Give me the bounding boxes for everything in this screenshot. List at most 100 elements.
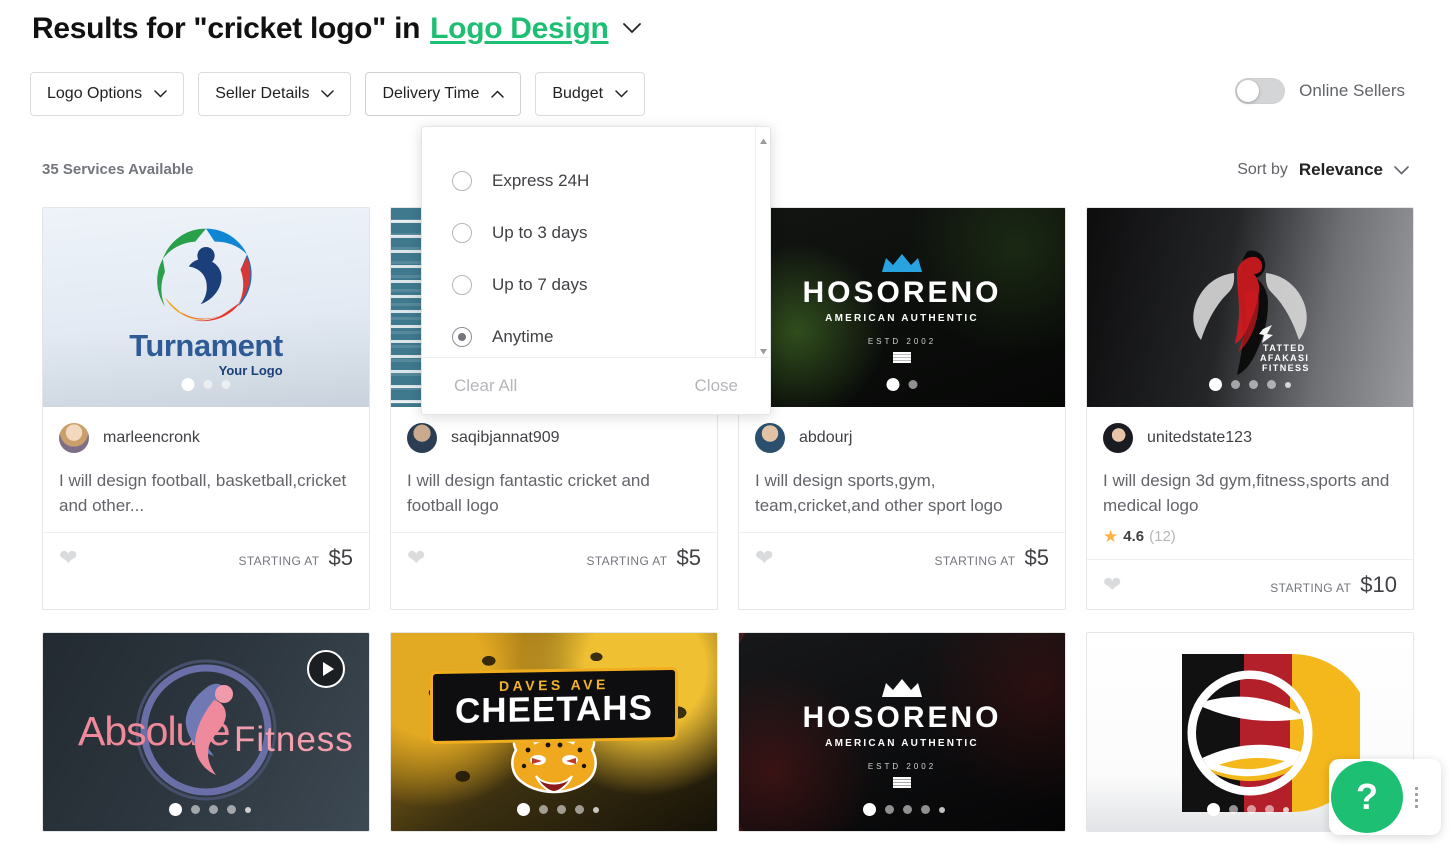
carousel-dot[interactable]: [939, 806, 945, 813]
heart-icon[interactable]: ❤: [755, 546, 773, 569]
logo-estd-text: ESTD 2002: [867, 337, 937, 346]
service-card[interactable]: TATTED AFAKASI FITNESS unitedstate123 I …: [1086, 207, 1414, 610]
heart-icon[interactable]: ❤: [407, 546, 425, 569]
card-media[interactable]: Turnament Your Logo: [43, 208, 369, 407]
carousel-dot[interactable]: [885, 805, 894, 814]
carousel-dot[interactable]: [203, 380, 213, 389]
seller-name[interactable]: saqibjannat909: [451, 429, 560, 447]
filter-logo-options-label: Logo Options: [47, 85, 143, 102]
logo-line1: TATTED: [1263, 343, 1306, 353]
service-description[interactable]: I will design 3d gym,fitness,sports and …: [1103, 468, 1397, 518]
carousel-dot[interactable]: [557, 805, 566, 814]
close-button[interactable]: Close: [695, 376, 738, 396]
card-media[interactable]: TATTED AFAKASI FITNESS: [1087, 208, 1413, 407]
carousel-dot[interactable]: [1207, 803, 1220, 816]
radio-icon[interactable]: [452, 171, 472, 191]
service-card[interactable]: HOSORENO AMERICAN AUTHENTIC ESTD 2002 ab…: [738, 207, 1066, 610]
price-block: STARTING AT $10: [1270, 572, 1397, 598]
carousel-dot[interactable]: [1231, 380, 1240, 389]
radio-icon-selected[interactable]: [452, 327, 472, 347]
clear-all-button[interactable]: Clear All: [454, 376, 517, 396]
help-button[interactable]: ?: [1331, 761, 1403, 833]
delivery-option-label: Express 24H: [492, 171, 590, 190]
carousel-dot[interactable]: [1285, 381, 1291, 388]
seller-name[interactable]: marleencronk: [103, 429, 200, 447]
service-card[interactable]: HOSORENO AMERICAN AUTHENTIC ESTD 2002: [738, 632, 1066, 832]
kebab-menu-icon[interactable]: [1415, 786, 1418, 808]
category-link[interactable]: Logo Design: [430, 12, 609, 46]
service-card[interactable]: DAVES AVE CHEETAHS: [390, 632, 718, 832]
delivery-option-up-to-7-days[interactable]: Up to 7 days: [452, 259, 770, 311]
service-description[interactable]: I will design football, basketball,crick…: [59, 468, 353, 518]
heart-icon[interactable]: ❤: [59, 546, 77, 569]
carousel-dot[interactable]: [169, 803, 182, 816]
service-description[interactable]: I will design fantastic cricket and foot…: [407, 468, 701, 518]
filter-delivery-time[interactable]: Delivery Time: [365, 72, 522, 116]
delivery-option-anytime[interactable]: Anytime: [452, 311, 770, 358]
carousel-dots[interactable]: [863, 803, 945, 816]
seller-row[interactable]: unitedstate123: [1103, 421, 1397, 455]
scrollbar-track[interactable]: [760, 145, 767, 340]
carousel-dot[interactable]: [209, 805, 218, 814]
scroll-up-arrow-icon[interactable]: [759, 133, 768, 144]
carousel-dot[interactable]: [1265, 805, 1274, 814]
carousel-dots[interactable]: [1207, 803, 1289, 816]
carousel-dot[interactable]: [539, 805, 548, 814]
carousel-dot[interactable]: [1249, 380, 1258, 389]
carousel-dot[interactable]: [593, 806, 599, 813]
play-button[interactable]: [307, 650, 345, 688]
carousel-dot[interactable]: [221, 380, 231, 389]
filter-logo-options[interactable]: Logo Options: [30, 72, 185, 116]
page-title-prefix: Results for "cricket logo" in: [32, 12, 421, 45]
carousel-dot[interactable]: [1229, 805, 1238, 814]
scroll-down-arrow-icon[interactable]: [759, 343, 768, 355]
carousel-dots[interactable]: [1209, 378, 1291, 391]
carousel-dot[interactable]: [903, 805, 912, 814]
filter-bar: Logo Options Seller Details Delivery Tim…: [30, 72, 646, 116]
carousel-dot[interactable]: [886, 378, 900, 391]
seller-name[interactable]: abdourj: [799, 429, 852, 447]
filter-seller-details[interactable]: Seller Details: [198, 72, 352, 116]
seller-row[interactable]: marleencronk: [59, 421, 353, 455]
carousel-dot[interactable]: [227, 805, 236, 814]
radio-icon[interactable]: [452, 223, 472, 243]
seller-name[interactable]: unitedstate123: [1147, 429, 1252, 447]
carousel-dot[interactable]: [517, 803, 530, 816]
carousel-dots[interactable]: [517, 803, 599, 816]
chevron-down-icon: [321, 90, 335, 98]
toggle-knob: [1237, 80, 1260, 102]
carousel-dots[interactable]: [169, 803, 251, 816]
service-card[interactable]: Turnament Your Logo marleencronk I will …: [42, 207, 370, 610]
seller-row[interactable]: saqibjannat909: [407, 421, 701, 455]
service-description[interactable]: I will design sports,gym, team,cricket,a…: [755, 468, 1049, 518]
card-media[interactable]: HOSORENO AMERICAN AUTHENTIC ESTD 2002: [739, 633, 1065, 831]
carousel-dot[interactable]: [863, 803, 876, 816]
carousel-dot[interactable]: [908, 380, 918, 389]
carousel-dot[interactable]: [245, 806, 251, 813]
filter-budget[interactable]: Budget: [535, 72, 646, 116]
card-media[interactable]: Absolute Fitness: [43, 633, 369, 831]
radio-icon[interactable]: [452, 275, 472, 295]
sort-by-control[interactable]: Sort by Relevance: [1237, 160, 1409, 180]
carousel-dot[interactable]: [1283, 806, 1289, 813]
carousel-dot[interactable]: [1209, 378, 1222, 391]
carousel-dots[interactable]: [181, 378, 231, 391]
carousel-dot[interactable]: [575, 805, 584, 814]
carousel-dot[interactable]: [921, 805, 930, 814]
service-card[interactable]: Absolute Fitness: [42, 632, 370, 832]
dropdown-scrollbar[interactable]: [755, 127, 770, 358]
seller-row[interactable]: abdourj: [755, 421, 1049, 455]
search-results-page: Results for "cricket logo" in Logo Desig…: [0, 0, 1455, 855]
carousel-dot[interactable]: [1247, 805, 1256, 814]
carousel-dot[interactable]: [181, 378, 195, 391]
delivery-option-express-24h[interactable]: Express 24H: [452, 155, 770, 207]
card-media[interactable]: DAVES AVE CHEETAHS: [391, 633, 717, 831]
carousel-dots[interactable]: [886, 378, 918, 391]
heart-icon[interactable]: ❤: [1103, 573, 1121, 596]
delivery-option-up-to-3-days[interactable]: Up to 3 days: [452, 207, 770, 259]
carousel-dot[interactable]: [191, 805, 200, 814]
online-sellers-toggle[interactable]: [1235, 78, 1286, 104]
card-media[interactable]: HOSORENO AMERICAN AUTHENTIC ESTD 2002: [739, 208, 1065, 407]
chevron-down-icon[interactable]: [622, 8, 641, 42]
carousel-dot[interactable]: [1267, 380, 1276, 389]
